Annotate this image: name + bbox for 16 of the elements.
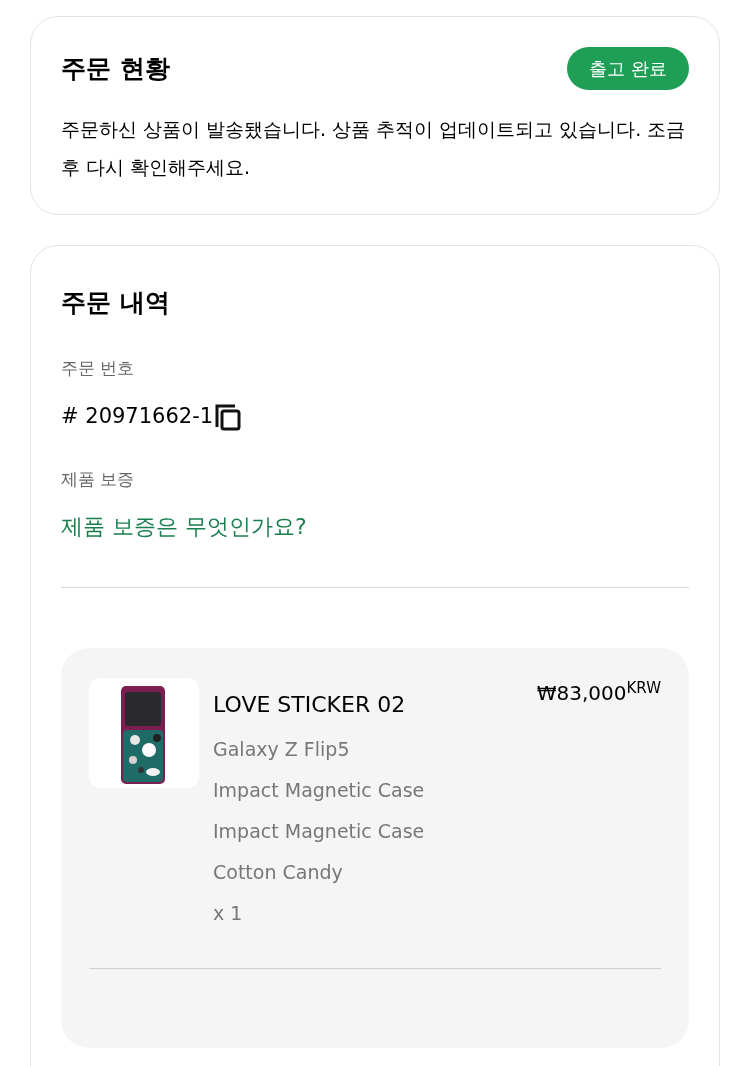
product-detail: x 1 [213, 901, 244, 926]
product-name: LOVE STICKER 02 [213, 691, 406, 719]
product-price: ₩83,000$^{KRW}$ [536, 678, 661, 707]
status-message: 주문하신 상품이 발송됐습니다. 상품 추적이 업데이트되고 있습니다. 조금 후 다시 확인해주세요. [61, 117, 687, 180]
order-number: # 20971662-1 [61, 403, 214, 430]
card-title: 주문 내역 [61, 287, 171, 319]
field-label: 제품 보증 [61, 467, 136, 491]
product-detail: Impact Magnetic Case [213, 778, 426, 803]
status-badge: 출고 완료 [567, 47, 689, 90]
warranty-link[interactable]: 제품 보증은 무엇인가요? [61, 510, 689, 543]
card-title: 주문 현황 [61, 52, 170, 85]
copy-icon[interactable] [215, 402, 242, 431]
product-detail: Cotton Candy [213, 860, 344, 885]
product-detail: Impact Magnetic Case [213, 819, 426, 844]
product-detail: Galaxy Z Flip5 [213, 737, 351, 762]
field-label: 주문 번호 [61, 356, 136, 380]
